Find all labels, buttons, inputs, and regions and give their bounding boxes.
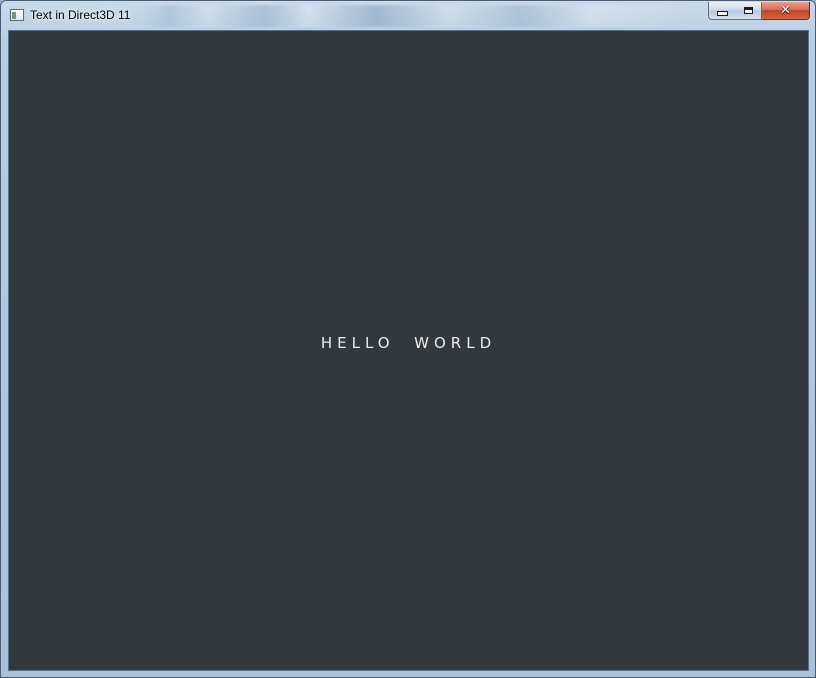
close-icon: ✕	[780, 3, 791, 18]
window-app-icon[interactable]	[10, 9, 24, 21]
maximize-button[interactable]	[735, 2, 762, 20]
minimize-button[interactable]	[708, 2, 736, 20]
maximize-icon	[743, 7, 753, 14]
title-bar[interactable]: Text in Direct3D 11 ✕	[1, 1, 815, 30]
close-button[interactable]: ✕	[762, 2, 810, 20]
direct3d-render-area[interactable]: HELLO WORLD	[8, 30, 809, 671]
minimize-icon	[716, 10, 728, 16]
window-title: Text in Direct3D 11	[30, 8, 131, 22]
app-window: Text in Direct3D 11 ✕ HELLO WORLD	[0, 0, 816, 678]
hello-world-text: HELLO WORLD	[320, 334, 497, 352]
